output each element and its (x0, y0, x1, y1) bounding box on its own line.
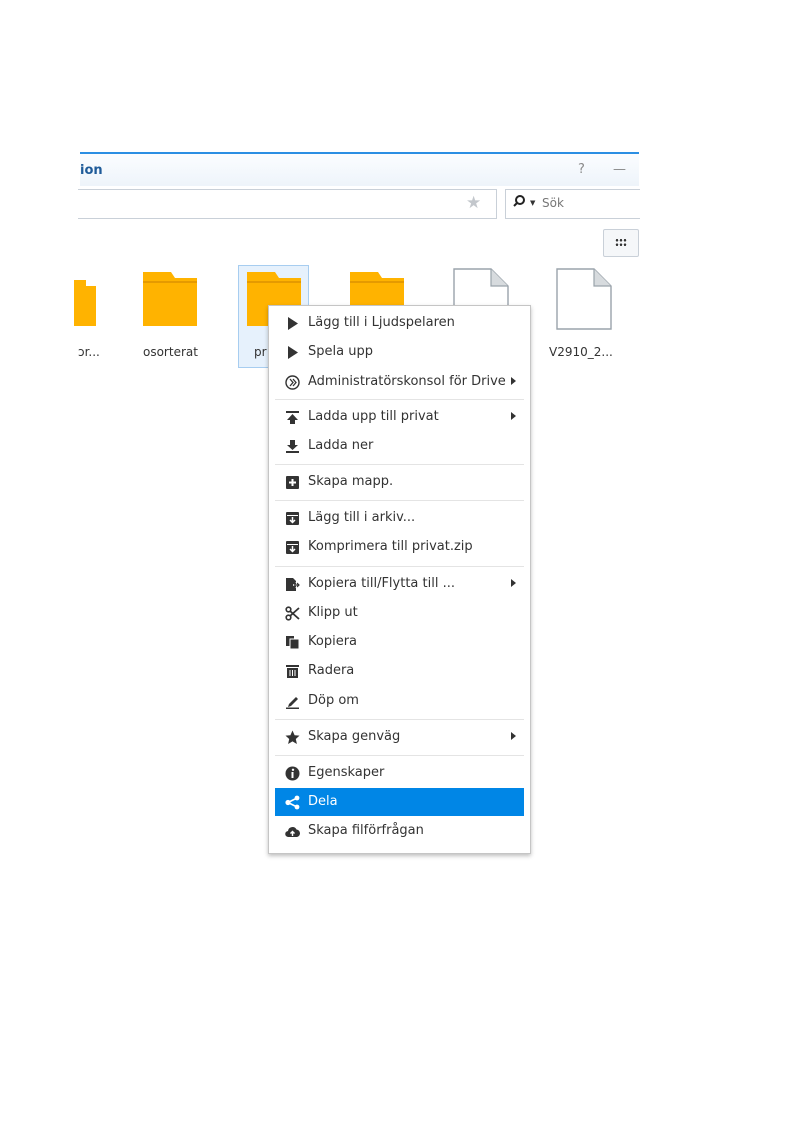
window-titlebar[interactable]: ion ? — (80, 152, 639, 186)
folder-icon[interactable] (141, 272, 199, 326)
scissors-icon (285, 606, 300, 621)
drive-icon (285, 375, 300, 390)
trash-icon (286, 665, 299, 678)
search-icon (513, 195, 525, 207)
menu-item-play[interactable]: Spela upp (275, 338, 524, 366)
menu-divider (275, 464, 524, 465)
menu-item-create-folder[interactable]: Skapa mapp. (275, 468, 524, 496)
file-icon[interactable] (556, 268, 612, 330)
view-mode-button[interactable] (603, 229, 639, 257)
help-button[interactable]: ? (578, 162, 585, 177)
menu-item-rename[interactable]: Döp om (275, 687, 524, 715)
search-options-caret-icon[interactable]: ▼ (530, 199, 535, 207)
copy-move-icon (286, 578, 300, 591)
archive-icon (286, 512, 299, 525)
info-icon (285, 766, 300, 781)
play-icon (288, 346, 298, 359)
cloud-upload-icon (285, 827, 300, 838)
path-bar[interactable] (78, 189, 497, 219)
search-input[interactable]: Sök (542, 196, 564, 210)
menu-item-add-to-archive[interactable]: Lägg till i arkiv... (275, 504, 524, 532)
submenu-arrow-icon (511, 579, 516, 587)
menu-item-create-file-request[interactable]: Skapa filförfrågan (275, 817, 524, 845)
menu-divider (275, 719, 524, 720)
menu-item-upload-to-private[interactable]: Ladda upp till privat (275, 403, 524, 431)
upload-icon (286, 411, 299, 424)
minimize-button[interactable]: — (613, 162, 626, 177)
share-icon (285, 795, 300, 810)
menu-item-drive-admin-console[interactable]: Administratörskonsol för Drive (275, 368, 524, 396)
play-icon (288, 317, 298, 330)
copy-icon (286, 636, 300, 650)
download-icon (286, 440, 299, 453)
menu-item-add-to-audio-player[interactable]: Lägg till i Ljudspelaren (275, 309, 524, 337)
submenu-arrow-icon (511, 732, 516, 740)
menu-item-copy-move-to[interactable]: Kopiera till/Flytta till ... (275, 570, 524, 598)
menu-item-compress-to-zip[interactable]: Komprimera till privat.zip (275, 533, 524, 561)
menu-divider (275, 500, 524, 501)
context-menu: Lägg till i Ljudspelaren Spela upp Admin… (268, 305, 531, 854)
grid-view-icon (615, 238, 627, 247)
star-icon (285, 730, 300, 744)
new-folder-icon (286, 476, 299, 489)
file-label[interactable]: osorterat (143, 345, 198, 359)
favorite-star-icon[interactable]: ★ (466, 193, 481, 213)
folder-icon[interactable] (74, 280, 96, 326)
archive-icon (286, 541, 299, 554)
menu-item-cut[interactable]: Klipp ut (275, 599, 524, 627)
search-box[interactable]: ▼ Sök (505, 189, 640, 219)
window-title: ion (80, 163, 103, 178)
menu-item-share[interactable]: Dela (275, 788, 524, 816)
menu-item-download[interactable]: Ladda ner (275, 432, 524, 460)
file-label[interactable]: pr (254, 345, 267, 359)
menu-divider (275, 566, 524, 567)
menu-item-properties[interactable]: Egenskaper (275, 759, 524, 787)
menu-divider (275, 399, 524, 400)
submenu-arrow-icon (511, 377, 516, 385)
menu-item-copy[interactable]: Kopiera (275, 628, 524, 656)
menu-item-delete[interactable]: Radera (275, 657, 524, 685)
submenu-arrow-icon (511, 412, 516, 420)
rename-pencil-icon (286, 697, 299, 709)
file-label[interactable]: V2910_2... (549, 345, 613, 359)
menu-divider (275, 755, 524, 756)
menu-item-create-shortcut[interactable]: Skapa genväg (275, 723, 524, 751)
file-label[interactable]: ɔr... (78, 345, 100, 359)
